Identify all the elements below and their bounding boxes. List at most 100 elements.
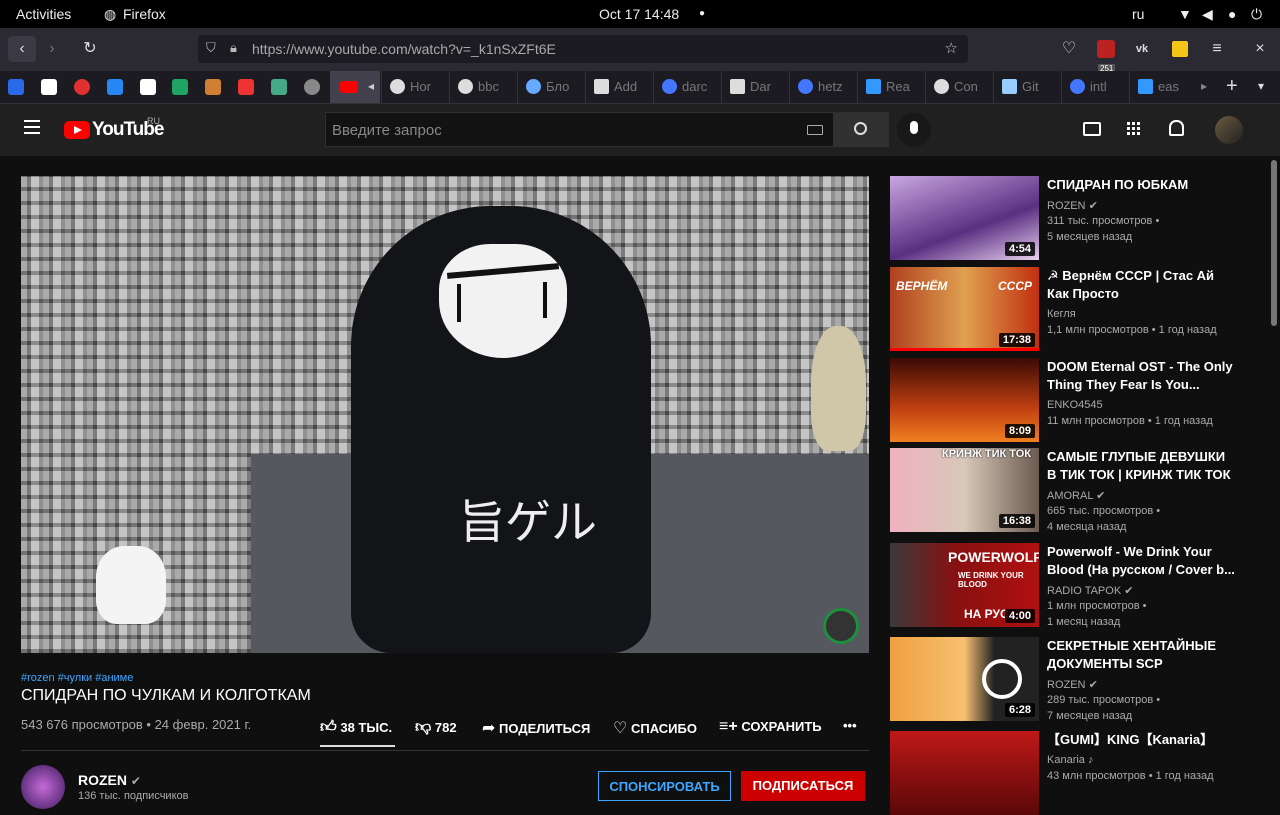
search-box[interactable] — [325, 112, 834, 147]
app-menu[interactable]: Firefox — [123, 6, 166, 22]
tab-scroll-right-icon[interactable]: ▸ — [1201, 79, 1207, 93]
tab[interactable]: hetz — [789, 71, 857, 103]
tab[interactable]: intl — [1061, 71, 1129, 103]
share-button[interactable]: ➦ ПОДЕЛИТЬСЯ — [482, 718, 590, 738]
search-button[interactable] — [834, 112, 889, 147]
tab[interactable]: Hor — [381, 71, 449, 103]
tab-list-icon[interactable]: ▾ — [1258, 79, 1264, 93]
more-actions-icon[interactable]: ••• — [843, 718, 857, 733]
wifi-icon[interactable]: ▼ — [1178, 6, 1192, 22]
sponsor-button[interactable]: СПОНСИРОВАТЬ — [598, 771, 731, 801]
ublock-extension-icon[interactable] — [1092, 36, 1120, 62]
back-button[interactable]: ‹ — [8, 36, 36, 62]
related-video-channel[interactable]: ENKO4545 — [1047, 399, 1103, 411]
related-video[interactable]: ВЕРНЁМ СССР 17:38 ☭ Вернём СССР | Стас А… — [890, 267, 1250, 351]
tab[interactable]: Dar — [721, 71, 789, 103]
bookmark-star-icon[interactable]: ☆ — [945, 39, 958, 57]
related-video-channel[interactable]: ROZEN ✔ — [1047, 678, 1098, 691]
related-video-title[interactable]: DOOM Eternal OST - The Only Thing They F… — [1047, 358, 1237, 394]
related-video-channel[interactable]: RADIO TAPOK ✔ — [1047, 584, 1133, 597]
video-player[interactable]: 旨ゲル — [21, 176, 869, 653]
related-video-channel[interactable]: Кегля — [1047, 308, 1076, 320]
pocket-icon[interactable]: ♡ — [1055, 36, 1083, 62]
like-button[interactable]: 👍︎ 38 ТЫС. — [320, 718, 392, 737]
tab[interactable]: darc — [653, 71, 721, 103]
url-text[interactable]: https://www.youtube.com/watch?v=_k1nSxZF… — [252, 41, 556, 57]
pinned-tab-drive-icon[interactable] — [172, 79, 188, 95]
pinned-tab-icon[interactable] — [74, 79, 90, 95]
vk-extension-icon[interactable]: vk — [1128, 36, 1156, 62]
tab-scroll-left-icon[interactable]: ◂ — [368, 79, 374, 93]
related-video[interactable]: 6:28 СЕКРЕТНЫЕ ХЕНТАЙНЫЕ ДОКУМЕНТЫ SCP R… — [890, 637, 1250, 722]
related-video-title[interactable]: СПИДРАН ПО ЮБКАМ — [1047, 176, 1237, 194]
hamburger-menu-icon[interactable]: ≡ — [1203, 36, 1231, 62]
related-video[interactable]: POWERWOLF WE DRINK YOUR BLOOD НА РУС 4:0… — [890, 543, 1250, 628]
clock[interactable]: Oct 17 14:48 — [599, 6, 679, 22]
shield-icon[interactable]: ⛉ — [206, 40, 216, 56]
voice-search-button[interactable] — [897, 113, 931, 147]
pinned-tab-icon[interactable] — [8, 79, 24, 95]
video-thumbnail[interactable]: POWERWOLF WE DRINK YOUR BLOOD НА РУС 4:0… — [890, 543, 1039, 627]
volume-icon[interactable]: ◀ — [1202, 6, 1213, 23]
extension-icon[interactable] — [1166, 36, 1194, 62]
tab[interactable]: Git — [993, 71, 1061, 103]
pinned-tab-icon[interactable] — [238, 79, 254, 95]
youtube-logo-icon[interactable] — [64, 121, 90, 139]
related-video[interactable]: 【GUMI】KING【Kanaria】 Kanaria ♪ 43 млн про… — [890, 731, 1250, 815]
forward-button[interactable]: › — [38, 36, 66, 62]
video-thumbnail[interactable] — [890, 731, 1039, 815]
pinned-tab-icon[interactable] — [271, 79, 287, 95]
pinned-tab-gmail-icon[interactable] — [140, 79, 156, 95]
apps-grid-icon[interactable] — [1127, 122, 1130, 125]
video-thumbnail[interactable]: КРИНЖ ТИК ТОК 16:38 — [890, 448, 1039, 532]
pinned-tab-icon[interactable] — [205, 79, 221, 95]
related-video-title[interactable]: САМЫЕ ГЛУПЫЕ ДЕВУШКИ В ТИК ТОК | КРИНЖ Т… — [1047, 448, 1237, 484]
pinned-tab-icon[interactable] — [41, 79, 57, 95]
dislike-button[interactable]: 👎︎ 782 — [415, 718, 457, 737]
notifications-bell-icon[interactable] — [1169, 120, 1184, 136]
keyboard-layout[interactable]: ru — [1132, 6, 1144, 22]
related-video-title[interactable]: Powerwolf - We Drink Your Blood (На русс… — [1047, 543, 1237, 579]
menu-icon[interactable] — [24, 120, 40, 122]
tab[interactable]: bbc — [449, 71, 517, 103]
related-video-title[interactable]: 【GUMI】KING【Kanaria】 — [1047, 731, 1237, 749]
related-video[interactable]: 8:09 DOOM Eternal OST - The Only Thing T… — [890, 358, 1250, 442]
page-scrollbar[interactable] — [1271, 160, 1277, 326]
video-hashtags[interactable]: #rozen #чулки #аниме — [21, 672, 133, 684]
activities-button[interactable]: Activities — [16, 6, 71, 22]
tab[interactable]: Add — [585, 71, 653, 103]
tab[interactable]: Бло — [517, 71, 585, 103]
related-video-channel[interactable]: ROZEN ✔ — [1047, 199, 1098, 212]
tab[interactable]: Rea — [857, 71, 925, 103]
related-video[interactable]: КРИНЖ ТИК ТОК 16:38 САМЫЕ ГЛУПЫЕ ДЕВУШКИ… — [890, 448, 1250, 533]
subscribe-button[interactable]: ПОДПИСАТЬСЯ — [741, 771, 865, 801]
pinned-tab-icon[interactable] — [107, 79, 123, 95]
channel-avatar[interactable] — [21, 765, 65, 809]
search-input[interactable] — [332, 119, 792, 141]
video-thumbnail[interactable]: ВЕРНЁМ СССР 17:38 — [890, 267, 1039, 351]
related-video-title[interactable]: ☭ Вернём СССР | Стас Ай Как Просто — [1047, 267, 1237, 303]
create-video-icon[interactable] — [1083, 122, 1101, 136]
channel-watermark[interactable] — [823, 608, 859, 644]
save-button[interactable]: ≡+ СОХРАНИТЬ — [719, 718, 822, 736]
close-window-icon[interactable]: × — [1246, 36, 1274, 62]
lock-icon[interactable]: 🔒︎ — [230, 40, 237, 56]
related-video[interactable]: 4:54 СПИДРАН ПО ЮБКАМ ROZEN ✔ 311 тыс. п… — [890, 176, 1250, 260]
new-tab-button[interactable]: + — [1226, 75, 1238, 98]
video-thumbnail[interactable]: 6:28 — [890, 637, 1039, 721]
related-video-channel[interactable]: Kanaria ♪ — [1047, 754, 1093, 766]
channel-name[interactable]: ROZEN ✔ — [78, 772, 141, 788]
pinned-tab-globe-icon[interactable] — [304, 79, 320, 95]
video-thumbnail[interactable]: 8:09 — [890, 358, 1039, 442]
related-video-channel[interactable]: AMORAL ✔ — [1047, 489, 1105, 502]
power-icon[interactable]: ⏻ — [1251, 6, 1262, 23]
thanks-button[interactable]: ♡ СПАСИБО — [613, 718, 697, 738]
keyboard-icon[interactable] — [807, 125, 823, 135]
account-avatar[interactable] — [1215, 116, 1243, 144]
tab[interactable]: Con — [925, 71, 993, 103]
reload-button[interactable]: ↻ — [76, 36, 104, 62]
video-thumbnail[interactable]: 4:54 — [890, 176, 1039, 260]
related-video-title[interactable]: СЕКРЕТНЫЕ ХЕНТАЙНЫЕ ДОКУМЕНТЫ SCP — [1047, 637, 1237, 673]
tab[interactable]: eas — [1129, 71, 1197, 103]
microphone-icon[interactable]: ● — [1228, 6, 1236, 22]
